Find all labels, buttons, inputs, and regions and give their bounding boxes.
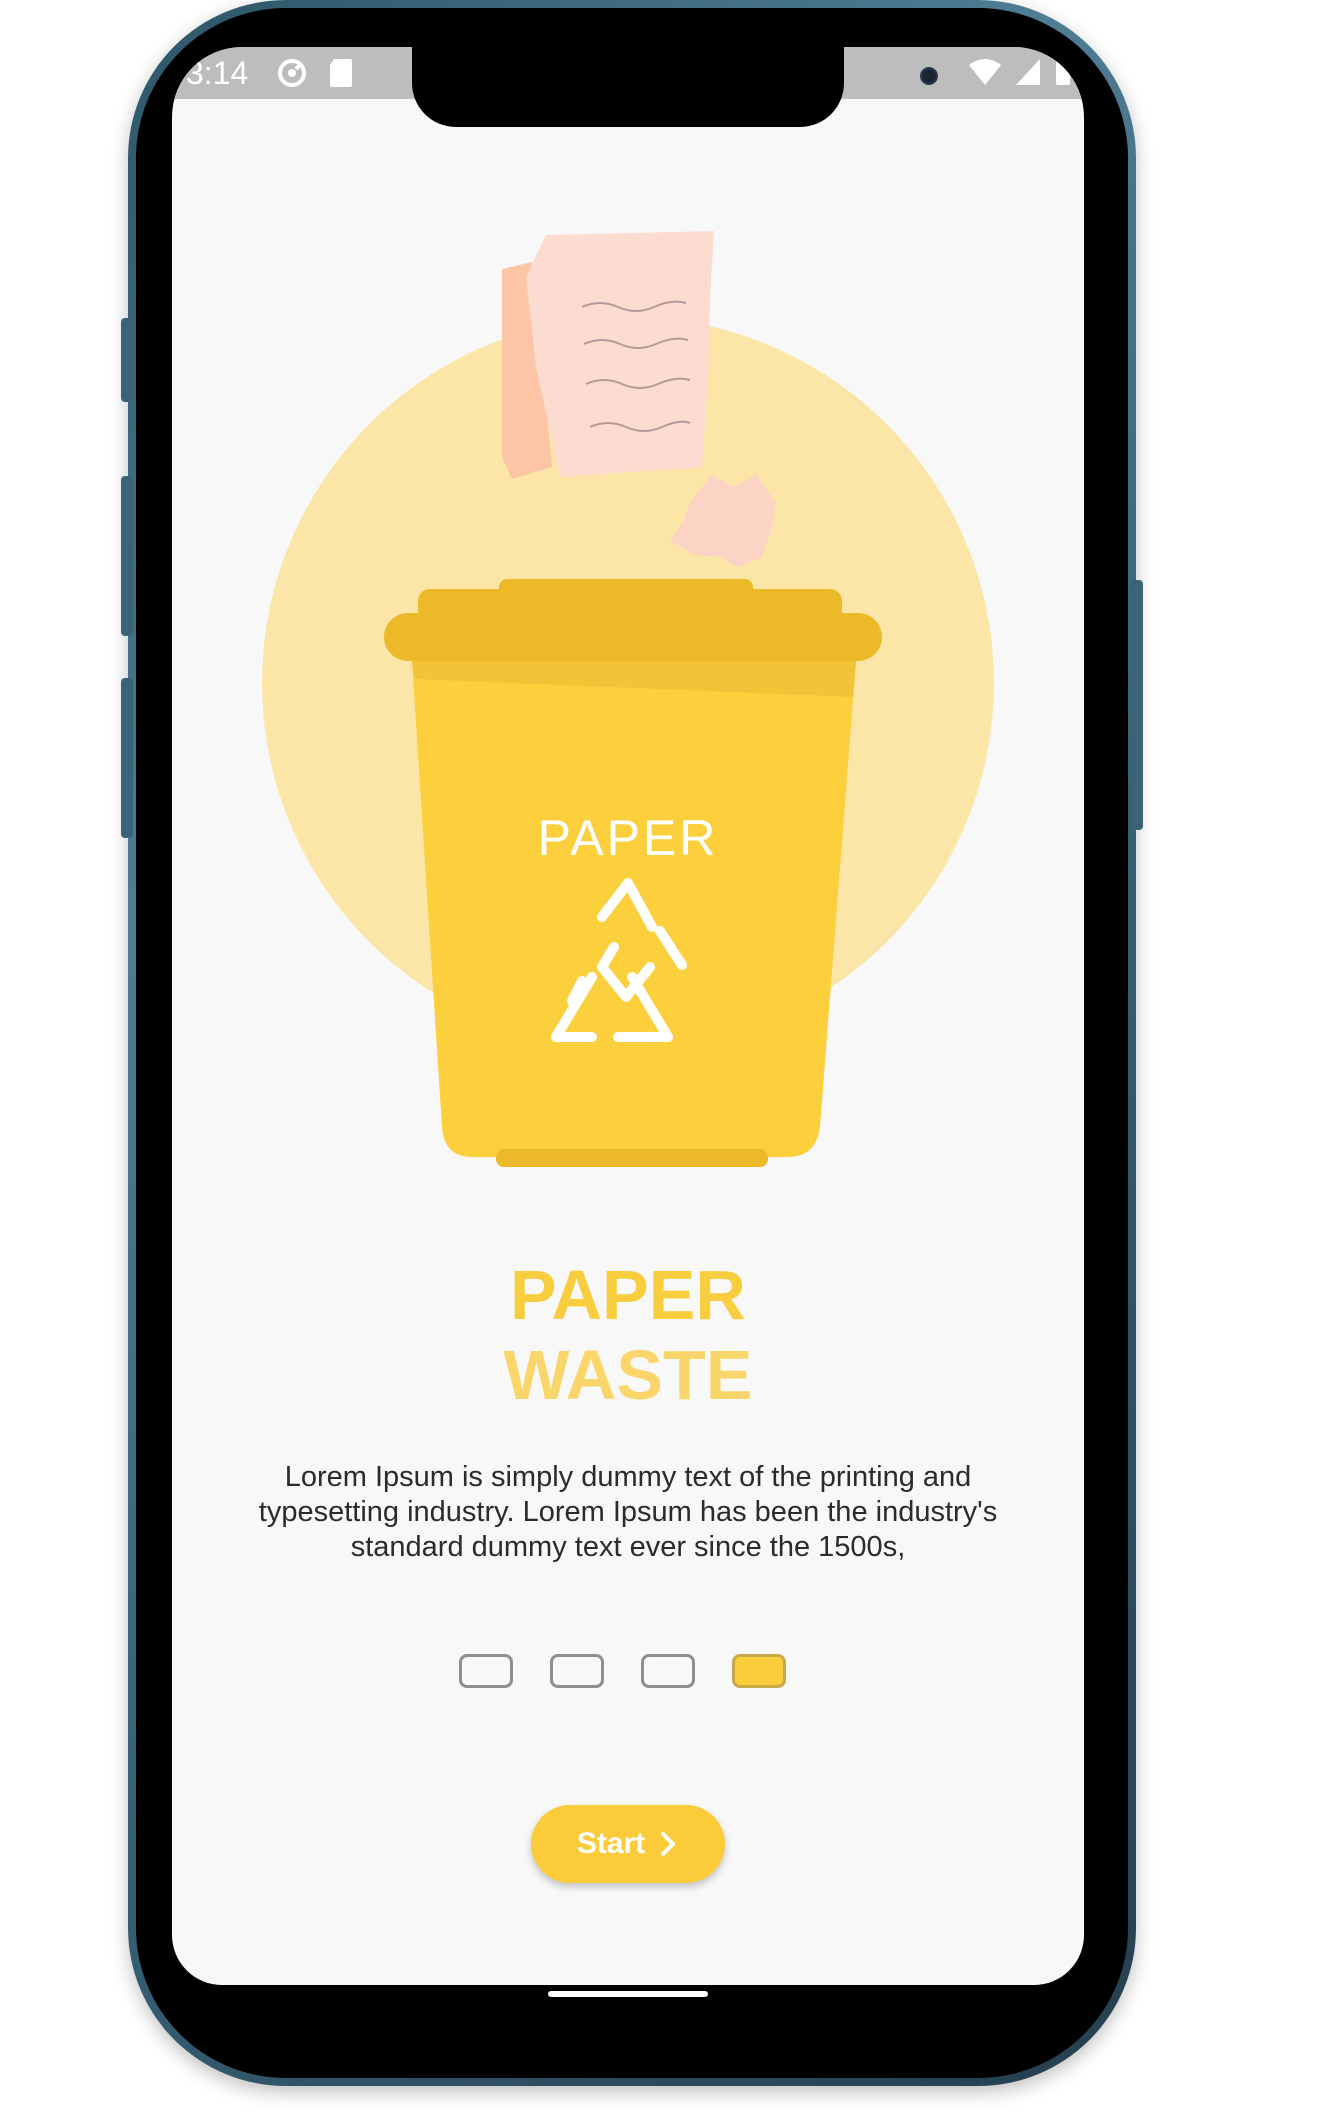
side-button-volume-up xyxy=(121,476,133,636)
bin-base xyxy=(496,1149,768,1167)
onboarding-title: PAPER WASTE xyxy=(172,1255,1084,1415)
page-indicator-4[interactable] xyxy=(732,1654,786,1688)
paper-sheet-icon xyxy=(526,231,714,477)
page-indicators xyxy=(459,1654,786,1688)
device-mockup: 3:14 PAPER PAPER WASTE Lorem Ipsum is si… xyxy=(0,0,1335,2123)
app-screen: 3:14 PAPER PAPER WASTE Lorem Ipsum is si… xyxy=(172,47,1084,1985)
side-button-power xyxy=(1131,580,1143,830)
onboarding-description: Lorem Ipsum is simply dummy text of the … xyxy=(258,1461,998,1563)
start-button[interactable]: Start xyxy=(531,1805,725,1883)
paper-bin-illustration: PAPER xyxy=(262,231,994,1167)
start-button-label: Start xyxy=(576,1827,646,1860)
page-indicator-1[interactable] xyxy=(459,1654,513,1688)
bin-lid-rim xyxy=(384,613,882,661)
side-button-volume-down xyxy=(121,678,133,838)
page-indicator-2[interactable] xyxy=(550,1654,604,1688)
title-line-waste: WASTE xyxy=(503,1336,753,1414)
side-button-mute xyxy=(121,318,133,402)
home-indicator[interactable] xyxy=(548,1991,708,1997)
page-indicator-3[interactable] xyxy=(641,1654,695,1688)
chevron-right-icon xyxy=(661,1832,676,1856)
bin-body xyxy=(412,661,856,1157)
bin-label: PAPER xyxy=(538,810,719,866)
title-line-paper: PAPER xyxy=(510,1256,746,1334)
